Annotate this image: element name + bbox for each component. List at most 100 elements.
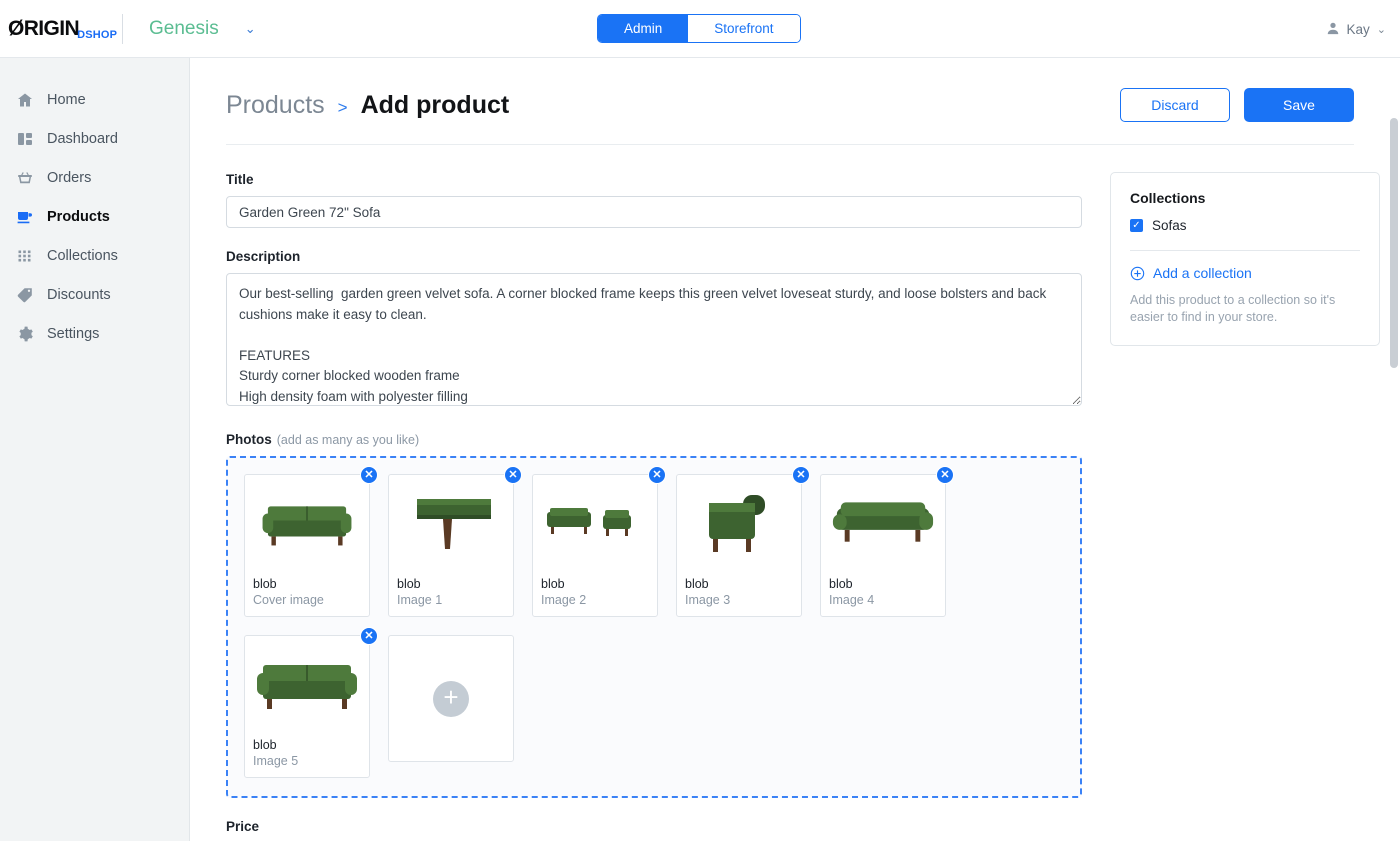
top-bar: ØRIGIN DSHOP Genesis ⌄ Admin Storefront …: [0, 0, 1400, 58]
sidebar-item-home[interactable]: Home: [0, 80, 189, 119]
main-content: Products > Add product Discard Save Titl…: [190, 58, 1400, 841]
user-menu[interactable]: Kay ⌄: [1326, 0, 1386, 58]
photo-card[interactable]: ✕ blob Image 2: [532, 466, 666, 617]
product-form: Title Description Our best-selling garde…: [226, 172, 1082, 841]
photo-caption: Image 2: [541, 593, 587, 607]
remove-photo-button[interactable]: ✕: [360, 627, 378, 645]
title-input[interactable]: [226, 196, 1082, 228]
photo-filename: blob: [253, 577, 277, 591]
photo-filename: blob: [685, 577, 709, 591]
shop-name[interactable]: Genesis: [149, 18, 219, 40]
photo-thumbnail: [685, 483, 793, 566]
plus-icon: +: [433, 680, 469, 717]
remove-photo-button[interactable]: ✕: [792, 466, 810, 484]
photos-field-group: Photos (add as many as you like) ✕ blob Co…: [226, 432, 1082, 798]
add-collection-button[interactable]: Add a collection: [1130, 265, 1360, 281]
topbar-divider: [122, 13, 123, 44]
photo-thumbnail: [253, 644, 361, 727]
grid-icon: [16, 247, 33, 264]
photo-caption: Image 4: [829, 593, 875, 607]
sidebar-item-settings[interactable]: Settings: [0, 314, 189, 353]
sidebar-item-label: Collections: [47, 247, 118, 264]
logo-sub-text: DSHOP: [77, 29, 118, 41]
photo-caption: Image 1: [397, 593, 443, 607]
divider: [1130, 250, 1360, 251]
photos-label-text: Photos: [226, 432, 272, 447]
dashboard-icon: [16, 130, 33, 147]
sidebar-item-orders[interactable]: Orders: [0, 158, 189, 197]
photo-card[interactable]: ✕ blob Cover image: [244, 466, 378, 617]
chevron-down-icon[interactable]: ⌄: [1377, 23, 1386, 36]
sidebar-item-label: Settings: [47, 325, 100, 342]
tag-icon: [16, 286, 33, 303]
photo-thumbnail: [253, 483, 361, 566]
tab-storefront[interactable]: Storefront: [688, 15, 800, 42]
collections-hint: Add this product to a collection so it's…: [1130, 293, 1336, 324]
photo-card[interactable]: ✕ blob Image 1: [388, 466, 522, 617]
photo-caption: Cover image: [253, 593, 324, 607]
sidebar-item-label: Discounts: [47, 286, 111, 303]
collections-card: Collections ✓ Sofas Add a collection Add…: [1110, 172, 1380, 346]
basket-icon: [16, 169, 33, 186]
admin-storefront-toggle[interactable]: Admin Storefront: [597, 14, 801, 43]
photo-thumbnail: [397, 483, 505, 566]
title-field-group: Title: [226, 172, 1082, 228]
sidebar-item-discounts[interactable]: Discounts: [0, 275, 189, 314]
description-field-group: Description Our best-selling garden gree…: [226, 249, 1082, 411]
discard-button[interactable]: Discard: [1120, 88, 1230, 122]
chevron-down-icon[interactable]: ⌄: [245, 21, 256, 37]
chevron-right-icon: >: [337, 97, 348, 117]
add-photo-button[interactable]: +: [388, 635, 514, 762]
description-textarea[interactable]: Our best-selling garden green velvet sof…: [226, 273, 1082, 406]
remove-photo-button[interactable]: ✕: [648, 466, 666, 484]
photos-hint: (add as many as you like): [276, 433, 420, 447]
products-icon: [16, 208, 33, 225]
gear-icon: [16, 325, 33, 342]
photo-thumbnail: [829, 483, 937, 566]
description-label: Description: [226, 249, 301, 264]
tab-admin[interactable]: Admin: [598, 15, 689, 42]
photo-filename: blob: [829, 577, 853, 591]
photo-card[interactable]: ✕ blob Image 5: [244, 627, 378, 778]
avatar-icon: [1326, 21, 1340, 38]
collection-checkbox-sofas[interactable]: ✓ Sofas: [1130, 218, 1360, 233]
collections-title: Collections: [1130, 190, 1206, 206]
scrollbar-thumb[interactable]: [1390, 118, 1398, 368]
photos-dropzone[interactable]: ✕ blob Cover image ✕ blob Image 1 ✕ blob Imag…: [226, 456, 1082, 798]
remove-photo-button[interactable]: ✕: [936, 466, 954, 484]
add-collection-label: Add a collection: [1153, 265, 1252, 281]
collection-label: Sofas: [1152, 218, 1187, 233]
remove-photo-button[interactable]: ✕: [360, 466, 378, 484]
price-field-group: Price $: [226, 819, 1082, 841]
sidebar-item-label: Home: [47, 91, 86, 108]
logo-main-text: ØRIGIN: [8, 17, 80, 40]
title-label: Title: [226, 172, 254, 187]
home-icon: [16, 91, 33, 108]
vertical-scrollbar[interactable]: [1390, 58, 1398, 841]
plus-circle-icon: [1130, 266, 1145, 281]
price-label: Price: [226, 819, 260, 834]
sidebar-item-dashboard[interactable]: Dashboard: [0, 119, 189, 158]
breadcrumb: Products > Add product: [226, 91, 509, 120]
photo-card[interactable]: ✕ blob Image 3: [676, 466, 810, 617]
collections-panel: Collections ✓ Sofas Add a collection Add…: [1110, 172, 1380, 841]
sidebar-item-products[interactable]: Products: [0, 197, 189, 236]
photo-thumbnail: [541, 483, 649, 566]
sidebar-item-label: Dashboard: [47, 130, 118, 147]
sidebar-item-collections[interactable]: Collections: [0, 236, 189, 275]
photo-filename: blob: [541, 577, 565, 591]
breadcrumb-products-link[interactable]: Products: [226, 91, 325, 120]
brand-logo[interactable]: ØRIGIN DSHOP: [0, 17, 117, 41]
remove-photo-button[interactable]: ✕: [504, 466, 522, 484]
photo-caption: Image 5: [253, 754, 299, 768]
page-header: Products > Add product Discard Save: [226, 88, 1354, 145]
sidebar: Home Dashboard Orders Products Collectio…: [0, 58, 190, 841]
page-title: Add product: [360, 90, 510, 119]
photos-label: Photos (add as many as you like): [226, 432, 1082, 447]
checkbox-checked-icon[interactable]: ✓: [1130, 219, 1143, 232]
photo-filename: blob: [253, 738, 277, 752]
save-button[interactable]: Save: [1244, 88, 1354, 122]
user-name: Kay: [1346, 21, 1370, 37]
photo-card[interactable]: ✕ blob Image 4: [820, 466, 954, 617]
sidebar-item-label: Orders: [47, 169, 92, 186]
